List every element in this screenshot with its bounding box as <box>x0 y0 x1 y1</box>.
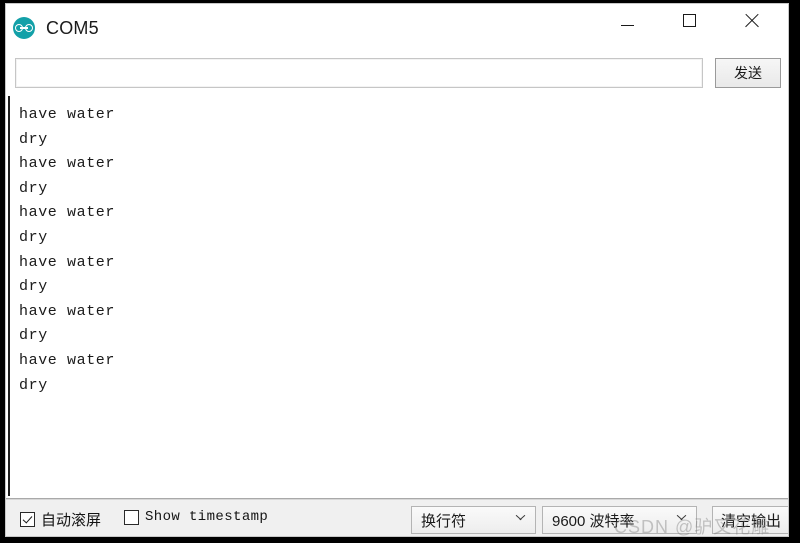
send-button[interactable]: 发送 <box>715 58 781 88</box>
title-bar: COM5 <box>6 4 788 52</box>
chevron-down-icon <box>516 517 525 526</box>
arduino-logo-icon <box>13 17 35 39</box>
checkbox-check-icon <box>20 512 35 527</box>
status-bar: 自动滚屏 Show timestamp 换行符 9600 波特率 清空输出 <box>6 499 788 536</box>
show-timestamp-label: Show timestamp <box>145 509 269 525</box>
maximize-icon[interactable] <box>666 4 712 36</box>
page-title: COM5 <box>46 17 99 38</box>
checkbox-empty-icon <box>124 509 139 525</box>
show-timestamp-checkbox[interactable]: Show timestamp <box>124 509 268 525</box>
serial-output-text: have water dry have water dry have water… <box>19 106 116 394</box>
send-row: 发送 <box>6 52 788 96</box>
serial-monitor-window: COM5 发送 have water dry have water dry ha… <box>5 3 789 537</box>
close-icon[interactable] <box>728 4 774 36</box>
serial-output-area[interactable]: have water dry have water dry have water… <box>8 96 788 496</box>
chevron-down-icon <box>677 517 686 526</box>
clear-output-button[interactable]: 清空输出 <box>712 506 788 534</box>
minimize-icon[interactable] <box>604 4 650 36</box>
send-input[interactable] <box>15 58 703 88</box>
autoscroll-checkbox[interactable]: 自动滚屏 <box>20 509 101 530</box>
baud-rate-select[interactable]: 9600 波特率 <box>542 506 697 534</box>
line-ending-select[interactable]: 换行符 <box>411 506 536 534</box>
autoscroll-label: 自动滚屏 <box>41 512 102 529</box>
line-ending-value: 换行符 <box>421 512 467 530</box>
baud-rate-value: 9600 波特率 <box>552 512 635 530</box>
